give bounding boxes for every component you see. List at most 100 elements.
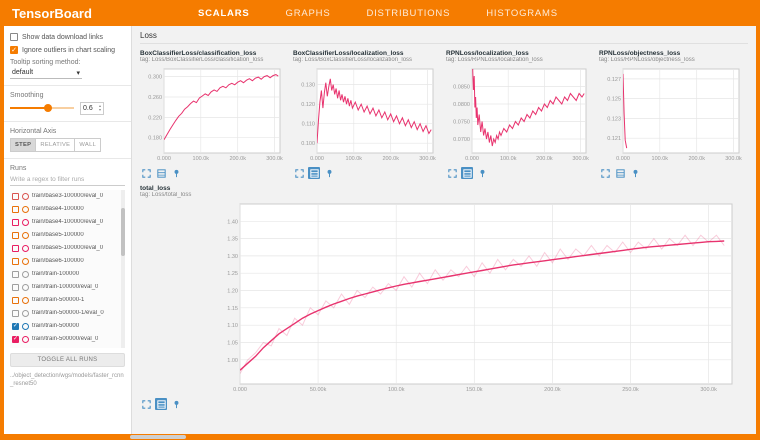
run-row[interactable]: train/base6-100000 (10, 255, 125, 268)
pin-icon[interactable] (476, 167, 488, 179)
run-isolate-icon[interactable] (22, 336, 29, 343)
run-isolate-icon[interactable] (22, 310, 29, 317)
data-table-icon[interactable] (155, 398, 167, 410)
fullscreen-icon[interactable] (140, 398, 152, 410)
fullscreen-icon[interactable] (446, 167, 458, 179)
axis-relative-button[interactable]: RELATIVE (35, 138, 75, 152)
show-download-links-checkbox-row[interactable]: Show data download links (10, 33, 125, 41)
run-name: train/train-500000 (32, 323, 79, 329)
line-chart[interactable]: 0.1000.1100.1200.1300.000100.0k200.0k300… (293, 65, 438, 165)
line-chart[interactable]: 0.07000.07500.08000.08500.000100.0k200.0… (446, 65, 591, 165)
run-row[interactable]: train/train-500000-1/eval_0 (10, 307, 125, 320)
checkbox-label: Ignore outliers in chart scaling (22, 47, 115, 54)
checkbox-icon[interactable] (10, 33, 18, 41)
checkbox-icon[interactable]: ✓ (10, 46, 18, 54)
tab-distributions[interactable]: DISTRIBUTIONS (366, 8, 450, 19)
settings-sidebar: Show data download links ✓ Ignore outlie… (4, 26, 132, 434)
horizontal-scrollbar-thumb[interactable] (130, 435, 186, 439)
run-isolate-icon[interactable] (22, 271, 29, 278)
run-checkbox[interactable] (12, 245, 19, 252)
svg-text:300.0k: 300.0k (700, 387, 717, 393)
run-checkbox[interactable] (12, 297, 19, 304)
run-checkbox[interactable] (12, 284, 19, 291)
run-checkbox[interactable] (12, 310, 19, 317)
tab-scalars[interactable]: SCALARS (198, 8, 250, 19)
line-chart[interactable]: 0.1800.2200.2600.3000.000100.0k200.0k300… (140, 65, 285, 165)
run-row[interactable]: train/base5-100000 (10, 229, 125, 242)
toggle-all-runs-button[interactable]: TOGGLE ALL RUNS (10, 353, 125, 367)
runs-scrollbar[interactable] (121, 190, 125, 348)
axis-wall-button[interactable]: WALL (74, 138, 101, 152)
run-checkbox[interactable] (12, 206, 19, 213)
tooltip-sorting-value: default (12, 69, 33, 77)
run-isolate-icon[interactable] (22, 219, 29, 226)
pin-icon[interactable] (170, 167, 182, 179)
run-checkbox[interactable] (12, 193, 19, 200)
fullscreen-icon[interactable] (140, 167, 152, 179)
run-checkbox[interactable]: ✓ (12, 323, 19, 330)
run-checkbox[interactable]: ✓ (12, 336, 19, 343)
run-checkbox[interactable] (12, 271, 19, 278)
run-name: train/train-500000-1/eval_0 (32, 310, 104, 316)
data-table-icon[interactable] (155, 167, 167, 179)
slider-knob[interactable] (44, 104, 52, 112)
loss-section-header[interactable]: Loss (140, 30, 748, 44)
line-chart[interactable]: 1.001.051.101.151.201.251.301.351.400.00… (140, 200, 744, 396)
stepper-down-icon[interactable]: ▾ (99, 108, 101, 112)
fullscreen-icon[interactable] (599, 167, 611, 179)
run-row[interactable]: ✓train/train-500000/eval_0 (10, 333, 125, 346)
svg-text:300.0k: 300.0k (419, 156, 436, 162)
smoothing-label: Smoothing (10, 92, 125, 99)
smoothing-value-stepper[interactable]: 0.6 ▴ ▾ (80, 102, 104, 115)
stepper-arrows[interactable]: ▴ ▾ (99, 104, 101, 113)
smoothing-slider[interactable] (10, 107, 74, 109)
svg-text:0.180: 0.180 (148, 136, 162, 142)
line-chart[interactable]: 0.1210.1230.1250.1270.000100.0k200.0k300… (599, 65, 744, 165)
run-row[interactable]: train/base4-100000 (10, 203, 125, 216)
run-isolate-icon[interactable] (22, 297, 29, 304)
tab-histograms[interactable]: HISTOGRAMS (486, 8, 558, 19)
run-checkbox[interactable] (12, 258, 19, 265)
scrollbar-thumb[interactable] (121, 208, 125, 256)
fullscreen-icon[interactable] (293, 167, 305, 179)
run-row[interactable]: train/train-500000-1 (10, 294, 125, 307)
pin-icon[interactable] (629, 167, 641, 179)
run-checkbox[interactable] (12, 219, 19, 226)
pin-icon[interactable] (323, 167, 335, 179)
run-isolate-icon[interactable] (22, 323, 29, 330)
axis-step-button[interactable]: STEP (10, 138, 36, 152)
tab-graphs[interactable]: GRAPHS (286, 8, 331, 19)
run-name: train/train-100000/eval_0 (32, 284, 98, 290)
run-isolate-icon[interactable] (22, 206, 29, 213)
data-table-icon[interactable] (614, 167, 626, 179)
pin-icon[interactable] (170, 398, 182, 410)
run-isolate-icon[interactable] (22, 193, 29, 200)
run-row[interactable]: train/base3-100000/eval_0 (10, 190, 125, 203)
data-table-icon[interactable] (461, 167, 473, 179)
run-row[interactable]: train/base5-100000/eval_0 (10, 242, 125, 255)
chart-title: BoxClassifierLoss/localization_loss (293, 50, 438, 57)
horizontal-axis-buttons: STEP RELATIVE WALL (10, 138, 125, 152)
run-name: train/base5-100000 (32, 232, 84, 238)
svg-text:0.000: 0.000 (233, 387, 247, 393)
chart-tag: tag: Loss/BoxClassifierLoss/classificati… (140, 57, 285, 63)
run-isolate-icon[interactable] (22, 232, 29, 239)
tooltip-sorting-select[interactable]: default ▾ (10, 68, 82, 79)
chart-toolbar (140, 398, 748, 410)
svg-text:1.25: 1.25 (227, 271, 238, 277)
ignore-outliers-checkbox-row[interactable]: ✓ Ignore outliers in chart scaling (10, 46, 125, 54)
data-table-icon[interactable] (308, 167, 320, 179)
run-row[interactable]: train/train-100000 (10, 268, 125, 281)
run-row[interactable]: ✓ train/train-500000 (10, 320, 125, 333)
horizontal-axis-label: Horizontal Axis (10, 128, 125, 135)
run-checkbox[interactable] (12, 232, 19, 239)
run-row[interactable]: train/base4-100000/eval_0 (10, 216, 125, 229)
chart-title: RPNLoss/objectness_loss (599, 50, 744, 57)
run-isolate-icon[interactable] (22, 245, 29, 252)
run-isolate-icon[interactable] (22, 284, 29, 291)
run-isolate-icon[interactable] (22, 258, 29, 265)
runs-filter-input[interactable] (10, 174, 125, 186)
svg-text:0.300: 0.300 (148, 75, 162, 81)
run-row[interactable]: train/train-100000/eval_0 (10, 281, 125, 294)
runs-label: Runs (10, 165, 125, 172)
